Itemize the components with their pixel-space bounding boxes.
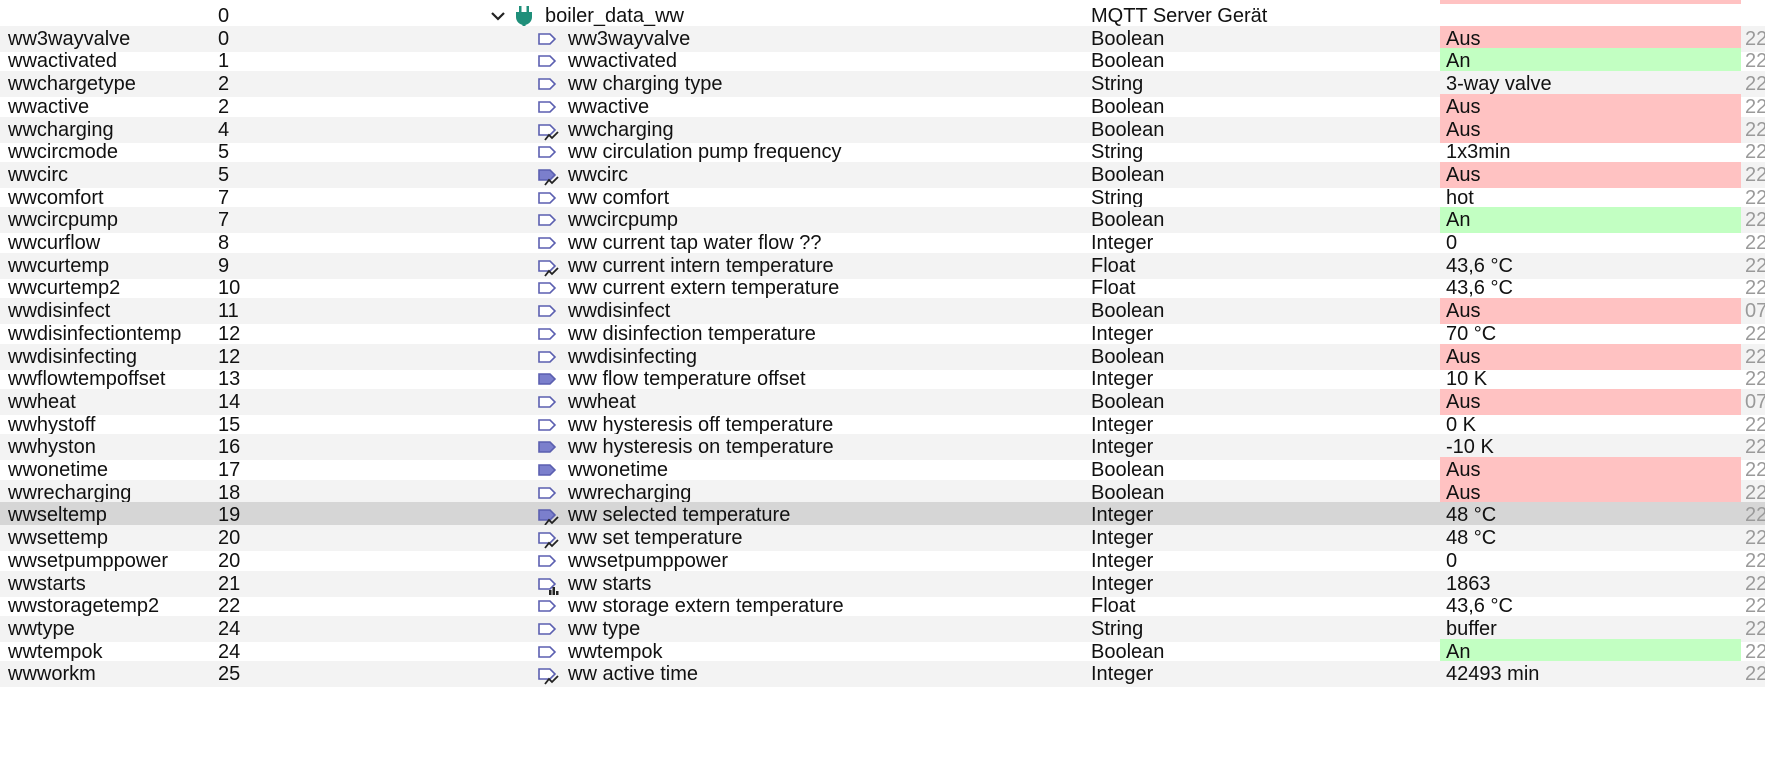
object-tree-table: 0 boiler_data_ww MQTT Server Gerät ww3wa… xyxy=(0,0,1765,775)
object-num-cell: 25 xyxy=(218,663,241,686)
state-history-icon xyxy=(536,661,562,687)
object-id-cell: wwworkm xyxy=(8,663,96,686)
object-type-cell: Integer xyxy=(1091,663,1154,686)
object-name-cell: ww active time xyxy=(568,663,699,686)
timestamp-cell: 22 xyxy=(1745,663,1765,686)
value-cell[interactable]: 42493 min xyxy=(1440,661,1741,687)
table-row[interactable]: wwworkm 25 ww active time Integer 42493 min 2… xyxy=(0,661,1765,688)
